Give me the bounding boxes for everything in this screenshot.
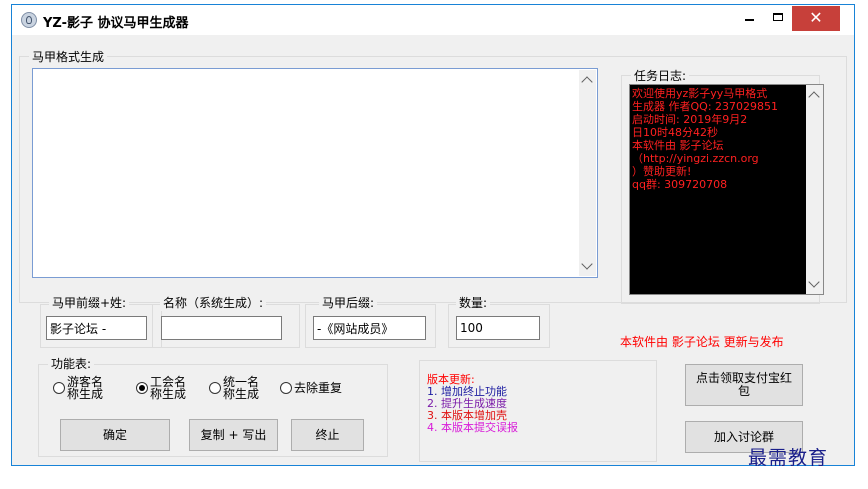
update-item: 4. 本版本提交误报 <box>427 421 518 434</box>
radio-visitor-label: 游客名 称生成 <box>67 375 104 401</box>
task-log-box[interactable]: 欢迎使用yz影子yy马甲格式 生成器 作者QQ: 237029851 启动时间: … <box>629 84 824 295</box>
radio-dedupe-circle[interactable] <box>280 382 292 394</box>
task-log-line: 本软件由 影子论坛 <box>632 139 724 152</box>
suffix-label: 马甲后缀: <box>319 294 378 311</box>
scroll-up-arrow-icon[interactable] <box>581 76 593 88</box>
format-group-label: 马甲格式生成 <box>29 48 108 65</box>
name-label: 名称（系统生成）: <box>160 294 267 311</box>
log-scrollbar[interactable] <box>806 85 823 294</box>
task-log-line: 生成器 作者QQ: 237029851 <box>632 100 779 113</box>
count-input[interactable] <box>456 316 540 340</box>
radio-visitor-name[interactable]: 游客名 称生成 <box>53 376 103 400</box>
functions-label: 功能表: <box>48 355 95 372</box>
minimize-button[interactable] <box>734 6 764 30</box>
title-bar[interactable]: YZ-影子 协议马甲生成器 ✕ <box>12 5 854 35</box>
format-output-textarea[interactable] <box>32 68 598 278</box>
name-input[interactable] <box>161 316 282 340</box>
confirm-button[interactable]: 确定 <box>60 419 170 451</box>
task-log-line: qq群: 309720708 <box>632 178 728 191</box>
radio-unified-label: 统一名 称生成 <box>223 375 260 401</box>
radio-guild-circle[interactable] <box>136 382 148 394</box>
maximize-button[interactable] <box>764 6 792 30</box>
prefix-input[interactable] <box>46 316 147 340</box>
prefix-label: 马甲前缀+姓: <box>49 294 130 311</box>
stop-button[interactable]: 终止 <box>291 419 364 451</box>
suffix-input[interactable] <box>313 316 426 340</box>
app-icon <box>21 12 37 28</box>
radio-visitor-circle[interactable] <box>53 382 65 394</box>
radio-dedupe-label: 去除重复 <box>294 381 343 395</box>
close-button[interactable]: ✕ <box>792 6 840 31</box>
radio-unified-name[interactable]: 统一名 称生成 <box>209 376 259 400</box>
alipay-redpacket-button[interactable]: 点击领取支付宝红包 <box>685 364 803 406</box>
task-log-line: ）赞助更新! <box>632 165 692 178</box>
task-log-lines: 欢迎使用yz影子yy马甲格式 生成器 作者QQ: 237029851 启动时间: … <box>632 87 798 191</box>
output-scrollbar[interactable] <box>579 70 596 276</box>
task-log-line: （http://yingzi.zzcn.org <box>632 152 759 165</box>
task-log-line: 日10时48分42秒 <box>632 126 718 139</box>
radio-guild-name[interactable]: 工会名 称生成 <box>136 376 186 400</box>
radio-dedupe[interactable]: 去除重复 <box>280 382 342 394</box>
radio-guild-label: 工会名 称生成 <box>150 375 187 401</box>
task-log-line: 启动时间: 2019年9月2 <box>632 113 748 126</box>
app-window: YZ-影子 协议马甲生成器 ✕ 马甲格式生成 任务日志: 欢迎使用yz影子yy马… <box>11 4 855 466</box>
watermark-text: 最需教育 <box>748 447 829 469</box>
copy-write-button[interactable]: 复制 + 写出 <box>189 419 278 451</box>
radio-unified-circle[interactable] <box>209 382 221 394</box>
log-scroll-down-icon[interactable] <box>808 276 820 288</box>
task-log-line: 欢迎使用yz影子yy马甲格式 <box>632 87 768 100</box>
scroll-down-arrow-icon[interactable] <box>581 258 593 270</box>
task-log-label: 任务日志: <box>631 67 690 84</box>
log-scroll-up-icon[interactable] <box>808 91 820 103</box>
count-label: 数量: <box>456 294 491 311</box>
window-title: YZ-影子 协议马甲生成器 <box>43 16 189 31</box>
publish-note: 本软件由 影子论坛 更新与发布 <box>620 335 784 349</box>
